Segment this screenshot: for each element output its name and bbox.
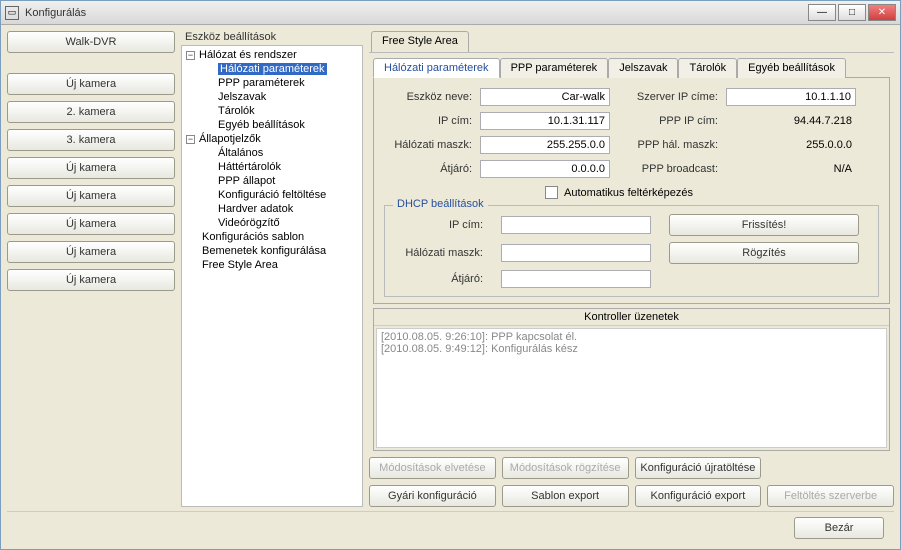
action-button-0: Módosítások elvetése [369,457,496,479]
auto-mapping-checkbox[interactable] [545,186,558,199]
camera-button-3[interactable]: Új kamera [7,157,175,179]
action-button-2[interactable]: Konfiguráció újratöltése [635,457,762,479]
log-title: Kontroller üzenetek [374,309,889,326]
titlebar: ▭ Konfigurálás — □ ✕ [1,1,900,25]
tree-node-template: Konfigurációs sablon [202,231,304,243]
subtab-1[interactable]: PPP paraméterek [500,58,609,78]
dhcp-label: IP cím: [393,219,483,231]
tree-node-storage: Tárolók [218,105,255,117]
action-button-4[interactable]: Gyári konfiguráció [369,485,496,507]
camera-button-2[interactable]: 3. kamera [7,129,175,151]
form-input[interactable]: Car-walk [480,88,610,106]
dhcp-legend: DHCP beállítások [393,198,488,210]
tree-node-other: Egyéb beállítások [218,119,305,131]
camera-button-5[interactable]: Új kamera [7,213,175,235]
log-line: [2010.08.05. 9:26:10]: PPP kapcsolat él. [381,331,882,343]
form-value: 255.0.0.0 [726,139,856,151]
action-button-6[interactable]: Konfiguráció export [635,485,762,507]
log-line: [2010.08.05. 9:49:12]: Konfigurálás kész [381,343,882,355]
form-label: IP cím: [382,115,472,127]
form-label: PPP broadcast: [618,163,718,175]
tree-node-hardware: Hardver adatok [218,203,293,215]
action-button-1: Módosítások rögzítése [502,457,629,479]
window-title: Konfigurálás [25,7,806,19]
form-input[interactable]: 255.255.0.0 [480,136,610,154]
log-body[interactable]: [2010.08.05. 9:26:10]: PPP kapcsolat él.… [376,328,887,448]
dhcp-label: Átjáró: [393,273,483,285]
tree-node-general: Általános [218,147,263,159]
tree-title: Eszköz beállítások [181,31,363,45]
tab-free-style-area[interactable]: Free Style Area [371,31,469,52]
subtab-2[interactable]: Jelszavak [608,58,678,78]
action-button-7: Feltöltés szerverbe [767,485,894,507]
action-button-5[interactable]: Sablon export [502,485,629,507]
form-input[interactable]: 0.0.0.0 [480,160,610,178]
dhcp-input[interactable] [501,270,651,288]
dhcp-button-0[interactable]: Frissítés! [669,214,859,236]
form-value: N/A [726,163,856,175]
form-value: 94.44.7.218 [726,115,856,127]
app-icon: ▭ [5,6,19,20]
form-label: PPP hál. maszk: [618,139,718,151]
tree-node-inputs: Bemenetek konfigurálása [202,245,326,257]
dhcp-label: Hálózati maszk: [393,247,483,259]
form-input[interactable]: 10.1.31.117 [480,112,610,130]
subtab-3[interactable]: Tárolók [678,58,737,78]
subtab-4[interactable]: Egyéb beállítások [737,58,846,78]
camera-button-7[interactable]: Új kamera [7,269,175,291]
form-input[interactable]: 10.1.1.10 [726,88,856,106]
camera-sidebar: Walk-DVR Új kamera 2. kamera 3. kamera Új k… [7,31,175,507]
tree-node-network-params: Hálózati paraméterek [218,63,327,75]
maximize-button[interactable]: □ [838,4,866,21]
dhcp-button-1[interactable]: Rögzítés [669,242,859,264]
form-label: Eszköz neve: [382,91,472,103]
subtab-0[interactable]: Hálózati paraméterek [373,58,500,78]
camera-button-0[interactable]: Új kamera [7,73,175,95]
minimize-button[interactable]: — [808,4,836,21]
camera-button-4[interactable]: Új kamera [7,185,175,207]
tree-node-bg-storage: Háttértárolók [218,161,281,173]
close-button[interactable]: ✕ [868,4,896,21]
form-label: Szerver IP címe: [618,91,718,103]
tree-node-network: Hálózat és rendszer [199,49,297,61]
settings-tree[interactable]: −Hálózat és rendszer Hálózati paramétere… [181,45,363,507]
form-label: Átjáró: [382,163,472,175]
dhcp-input[interactable] [501,216,651,234]
form-label: Hálózati maszk: [382,139,472,151]
tree-node-passwords: Jelszavak [218,91,266,103]
camera-button-1[interactable]: 2. kamera [7,101,175,123]
tree-node-config-upload: Konfiguráció feltöltése [218,189,326,201]
auto-mapping-label: Automatikus feltérképezés [564,187,693,199]
tree-node-freestyle: Free Style Area [202,259,278,271]
dhcp-input[interactable] [501,244,651,262]
tree-node-ppp-status: PPP állapot [218,175,275,187]
tree-node-video: Videórögzítő [218,217,280,229]
camera-button-6[interactable]: Új kamera [7,241,175,263]
tree-node-status: Állapotjelzők [199,133,261,145]
close-dialog-button[interactable]: Bezár [794,517,884,539]
walk-dvr-button[interactable]: Walk-DVR [7,31,175,53]
tree-node-ppp-params: PPP paraméterek [218,77,305,89]
form-label: PPP IP cím: [618,115,718,127]
